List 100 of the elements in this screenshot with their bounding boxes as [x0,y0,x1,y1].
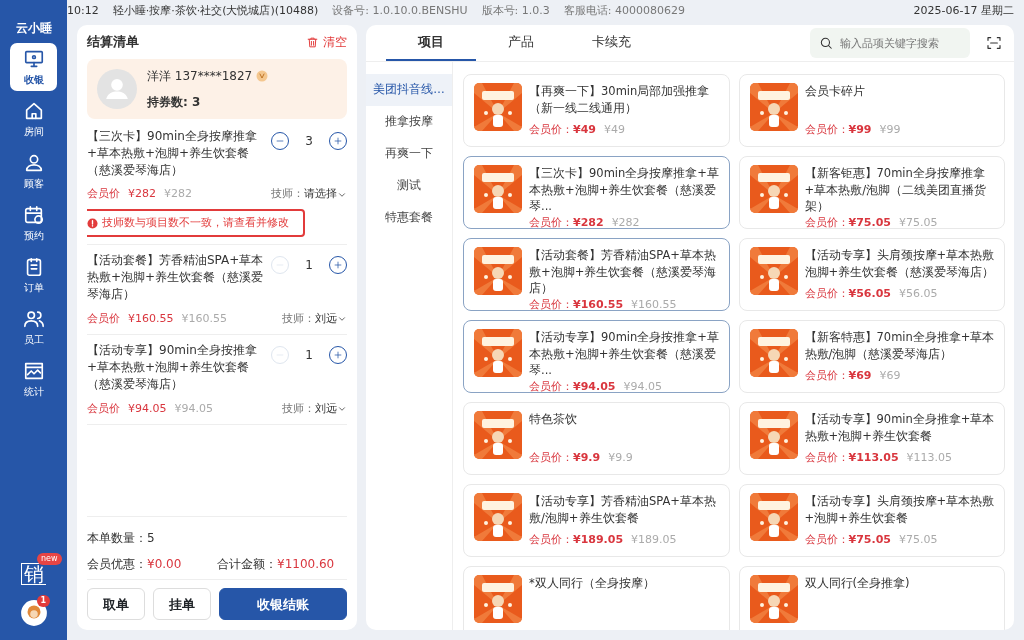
avatar-icon [97,69,137,109]
nav-item[interactable]: 统计 [10,355,57,404]
product-card[interactable]: 【活动专享】90min全身推拿+草本热敷+泡脚+养生饮套餐 会员价：¥113.05 ¥113.05 [738,402,1005,475]
quantity-value: 1 [305,257,313,275]
item-name: 【活动专享】90min全身按推拿+草本热敷+泡脚+养生饮套餐（慈溪爱琴海店） [87,342,258,393]
product-name: 【活动专享】90min全身按推拿+草本热敷+泡脚+养生饮套餐（慈溪爱琴... [529,329,720,379]
member-price-label: 会员价： [804,368,849,382]
member-price: ¥99 [848,122,872,136]
product-card[interactable]: 【活动套餐】芳香精油SPA+草本热敷+泡脚+养生饮套餐（慈溪爱琴海店） 会员价：¥160.55 ¥160.55 [463,238,730,311]
product-card[interactable]: 【新客钜惠】70min全身按摩推拿+草本热敷/泡脚（二线美团直播货架） 会员价：¥75.05 ¥75.05 [738,156,1005,229]
product-card[interactable]: 【活动专享】头肩颈按摩+草本热敷+泡脚+养生饮套餐 会员价：¥75.05 ¥75.05 [738,484,1005,557]
nav-item[interactable]: 顾客 [10,147,57,196]
category-item[interactable]: 再爽一下 [366,138,452,170]
store-name: 轻小睡·按摩·茶饮·社交(大悦城店)(10488) [112,2,319,19]
member-name: 洋洋 137****1827 [147,68,253,85]
product-card[interactable]: 【活动专享】90min全身按推拿+草本热敷+泡脚+养生饮套餐（慈溪爱琴... 会员价：¥94.05 ¥94.05 [463,320,730,393]
member-price: ¥69 [848,368,872,382]
member-price-label: 会员价： [804,450,849,464]
product-card[interactable]: 【活动专享】芳香精油SPA+草本热敷/泡脚+养生饮套餐 会员价：¥189.05 ¥189.05 [463,484,730,557]
member-price-label: 会员价： [804,286,849,300]
item-name: 【活动套餐】芳香精油SPA+草本热敷+泡脚+养生饮套餐（慈溪爱琴海店） [87,252,265,303]
member-price-label: 会员价： [804,216,849,229]
original-price: ¥160.55 [631,298,677,311]
product-card[interactable]: 会员卡碎片 会员价：¥99 ¥99 [738,74,1005,147]
member-price: ¥113.05 [848,450,899,464]
nav-item[interactable]: 员工 [10,303,57,352]
member-price-label: 会员价： [804,122,849,136]
logo-text: 云小睡 [15,22,52,36]
product-card[interactable]: 双人同行(全身推拿) [738,566,1005,630]
order-button[interactable]: 取单 [87,588,145,620]
original-price: ¥75.05 [898,532,938,546]
quantity-value: 1 [305,347,313,365]
member-price-label: 会员价： [529,122,573,136]
category-item[interactable]: 推拿按摩 [366,106,452,138]
notification-badge: 1 [36,595,51,607]
product-card[interactable]: 【再爽一下】30min局部加强推拿（新一线二线通用） 会员价：¥49 ¥49 [463,74,730,147]
category-item[interactable]: 特惠套餐 [366,202,452,234]
category-item[interactable]: 测试 [366,170,452,202]
nav-item[interactable]: 订单 [10,251,57,300]
technician-label: 技师： [282,311,315,325]
minus-button[interactable] [271,132,290,150]
version-number: 版本号: 1.0.3 [481,2,550,19]
product-name: 【三次卡】90min全身按摩推拿+草本热敷+泡脚+养生饮套餐（慈溪爱琴... [529,165,720,215]
plus-button[interactable] [329,132,347,150]
clear-button[interactable]: 清空 [306,33,347,51]
technician-select[interactable]: 请选择 [304,186,347,203]
search-field[interactable]: 输入品项关键字搜索 [810,28,970,58]
count-value: 5 [147,531,155,545]
order-button[interactable]: 挂单 [153,588,211,620]
trash-icon [306,35,319,49]
technician-label: 技师： [282,401,315,415]
plus-button[interactable] [329,256,347,275]
status-date: 2025-06-17 星期二 [913,2,1014,19]
product-card[interactable]: 特色茶饮 会员价：¥9.9 ¥9.9 [463,402,730,475]
original-price: ¥99 [879,122,901,136]
plus-icon [333,260,343,271]
member-price-label: 会员价 [87,186,120,203]
product-card[interactable]: 【活动专享】头肩颈按摩+草本热敷泡脚+养生饮套餐（慈溪爱琴海店） 会员价：¥56.05 ¥56.05 [738,238,1005,311]
coupon-count: 持券数: 3 [147,94,202,111]
catalog-tab[interactable]: 产品 [476,25,566,61]
member-price-label: 会员价： [529,216,573,229]
scan-icon[interactable] [986,35,1002,51]
member-price: ¥49 [573,122,596,136]
catalog-tab[interactable]: 项目 [386,25,476,61]
member-price: ¥189.05 [573,532,624,546]
checkout-button[interactable]: 收银结账 [219,588,347,620]
original-price: ¥189.05 [631,532,677,546]
plus-button[interactable] [329,346,347,365]
member-price: ¥56.05 [848,286,891,300]
product-card[interactable]: *双人同行（全身按摩） [463,566,730,630]
member-price-label: 会员价： [529,380,573,393]
technician-select[interactable]: 刘远 [315,400,347,418]
catalog-tab[interactable]: 卡续充 [566,25,656,61]
product-card[interactable]: 【新客特惠】70min全身推拿+草本热敷/泡脚（慈溪爱琴海店） 会员价：¥69 ¥69 [738,320,1005,393]
product-card[interactable]: 【三次卡】90min全身按摩推拿+草本热敷+泡脚+养生饮套餐（慈溪爱琴... 会员价：¥282 ¥282 [463,156,730,229]
device-number: 设备号: 1.0.10.0.BENSHU [332,2,468,19]
member-price-label: 会员价： [529,532,573,546]
nav-item[interactable]: 收银 [10,43,57,92]
product-name: 【活动专享】头肩颈按摩+草本热敷+泡脚+养生饮套餐 [804,493,996,527]
technician-select[interactable]: 刘远 [315,310,347,328]
nav-item[interactable]: 预约 [10,199,57,248]
original-price: ¥75.05 [898,216,938,229]
original-price: ¥113.05 [906,450,953,464]
member-price-label: 会员价： [804,532,849,546]
count-label: 本单数量： [87,531,147,545]
member-price: ¥160.55 [573,298,624,311]
product-name: 【活动专享】头肩颈按摩+草本热敷泡脚+养生饮套餐（慈溪爱琴海店） [804,247,996,281]
member-price: ¥75.05 [848,532,891,546]
category-item[interactable]: 美团抖音线… [366,74,452,106]
member-price-label: 会员价 [87,400,120,417]
original-price: ¥49 [603,122,625,136]
member-price-label: 会员价： [529,298,573,311]
nav-item[interactable]: 房间 [10,95,57,144]
discount-value: ¥0.00 [147,557,182,571]
new-badge: new [37,553,62,565]
status-time: 10:12 [67,2,99,19]
member-price: ¥282 [128,186,156,203]
member-price: ¥75.05 [848,216,891,229]
item-name: 【三次卡】90min全身按摩推拿+草本热敷+泡脚+养生饮套餐（慈溪爱琴海店） [87,128,258,179]
product-name: 【活动套餐】芳香精油SPA+草本热敷+泡脚+养生饮套餐（慈溪爱琴海店） [529,247,718,297]
